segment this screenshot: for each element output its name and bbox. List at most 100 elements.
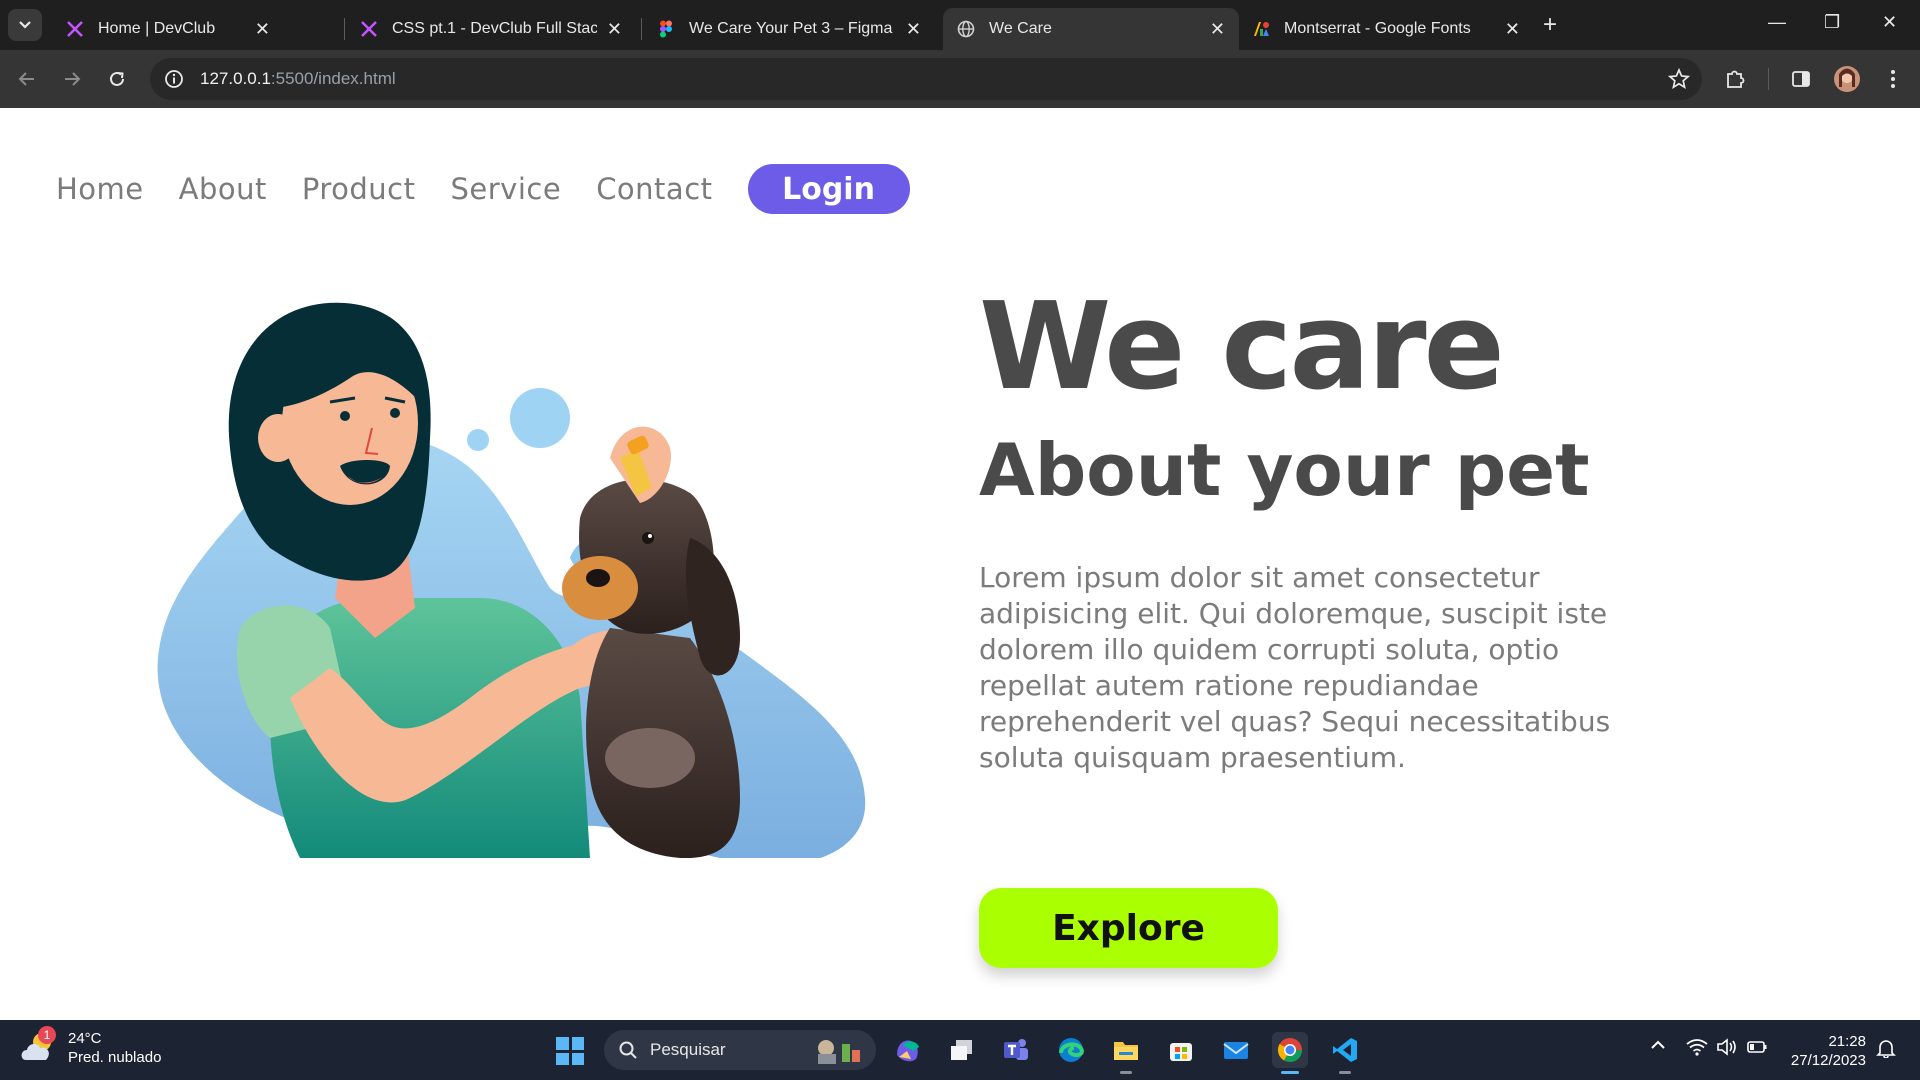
chrome-icon bbox=[1277, 1038, 1302, 1063]
nav-link-service[interactable]: Service bbox=[451, 172, 562, 206]
tray-overflow-chevron[interactable] bbox=[1650, 1038, 1666, 1056]
clock-time: 21:28 bbox=[1828, 1033, 1866, 1050]
extensions-button[interactable] bbox=[1720, 64, 1750, 94]
arrow-left-icon bbox=[18, 72, 34, 86]
explore-button[interactable]: Explore bbox=[979, 888, 1278, 968]
weather-temp: 24°C bbox=[68, 1030, 102, 1047]
bubble-small bbox=[467, 429, 489, 451]
arrow-right-icon bbox=[65, 72, 81, 86]
puzzle-icon bbox=[1727, 70, 1745, 88]
wifi-icon bbox=[1686, 1039, 1708, 1056]
bookmark-star-icon[interactable] bbox=[1668, 68, 1690, 90]
new-tab-button[interactable]: + bbox=[1543, 11, 1557, 39]
web-page: Home About Product Service Contact Login bbox=[0, 108, 1920, 1020]
taskbar-mail[interactable] bbox=[1218, 1032, 1254, 1068]
login-button[interactable]: Login bbox=[747, 164, 910, 214]
tray-notifications[interactable] bbox=[1876, 1038, 1896, 1063]
toolbar-divider bbox=[1768, 68, 1769, 90]
nav-link-product[interactable]: Product bbox=[302, 172, 416, 206]
search-icon bbox=[619, 1041, 637, 1059]
close-tab-icon[interactable]: ✕ bbox=[607, 19, 622, 40]
tab-title: We Care Your Pet 3 – Figma bbox=[689, 20, 893, 37]
taskbar-edge[interactable] bbox=[1053, 1032, 1089, 1068]
volume-icon bbox=[1717, 1038, 1736, 1056]
dog-chest bbox=[605, 728, 695, 788]
side-panel-button[interactable] bbox=[1786, 64, 1816, 94]
tab-google-fonts[interactable]: Montserrat - Google Fonts ✕ bbox=[1238, 8, 1534, 50]
close-window-button[interactable]: ✕ bbox=[1882, 12, 1897, 33]
tab-figma[interactable]: We Care Your Pet 3 – Figma ✕ bbox=[643, 8, 935, 50]
hero-subheading: About your pet bbox=[979, 428, 1590, 512]
taskbar-file-explorer[interactable] bbox=[1108, 1032, 1144, 1074]
weather-desc: Pred. nublado bbox=[68, 1049, 162, 1066]
windows-start-button[interactable] bbox=[556, 1037, 584, 1065]
running-indicator bbox=[1281, 1071, 1299, 1074]
main-nav: Home About Product Service Contact Login bbox=[56, 164, 910, 214]
site-info-icon[interactable] bbox=[164, 69, 184, 89]
taskbar-task-view[interactable] bbox=[944, 1032, 980, 1068]
reload-button[interactable] bbox=[102, 64, 132, 94]
globe-icon bbox=[957, 20, 975, 38]
back-button[interactable] bbox=[12, 64, 42, 94]
taskbar-vscode[interactable] bbox=[1327, 1032, 1363, 1074]
hero-paragraph: Lorem ipsum dolor sit amet consectetur a… bbox=[979, 561, 1611, 774]
profile-avatar[interactable] bbox=[1832, 64, 1862, 94]
weather-badge: 1 bbox=[38, 1026, 56, 1044]
vscode-icon bbox=[1333, 1038, 1357, 1062]
close-tab-icon[interactable]: ✕ bbox=[255, 19, 270, 40]
tray-wifi[interactable] bbox=[1686, 1038, 1708, 1061]
avatar bbox=[1834, 66, 1860, 92]
dog-eye bbox=[642, 532, 654, 544]
weather-text: 24°C Pred. nublado bbox=[68, 1029, 161, 1067]
tray-battery[interactable] bbox=[1746, 1038, 1768, 1061]
tab-divider bbox=[641, 18, 642, 40]
edge-icon bbox=[1059, 1038, 1085, 1062]
forward-button[interactable] bbox=[57, 64, 87, 94]
tab-search-button[interactable] bbox=[8, 9, 42, 41]
close-tab-icon[interactable]: ✕ bbox=[906, 19, 921, 40]
store-icon bbox=[1170, 1043, 1192, 1061]
taskbar-search[interactable]: Pesquisar bbox=[604, 1030, 876, 1070]
close-tab-icon[interactable]: ✕ bbox=[1210, 19, 1225, 40]
file-explorer-icon bbox=[1114, 1042, 1138, 1060]
taskbar-chrome[interactable] bbox=[1272, 1032, 1308, 1074]
side-panel-icon bbox=[1792, 71, 1810, 87]
kebab-menu-icon bbox=[1891, 70, 1895, 88]
hero-headline: We care bbox=[979, 278, 1505, 417]
tab-title: CSS pt.1 - DevClub Full Stack | D bbox=[392, 20, 597, 37]
tab-we-care[interactable]: We Care ✕ bbox=[943, 8, 1239, 50]
taskbar-store[interactable] bbox=[1163, 1032, 1199, 1068]
chevron-up-icon bbox=[1651, 1040, 1665, 1049]
taskbar-clock[interactable]: 21:28 27/12/2023 bbox=[1786, 1032, 1866, 1070]
devclub-favicon-icon bbox=[67, 21, 83, 37]
dog-muzzle bbox=[562, 556, 638, 620]
tab-home-devclub[interactable]: Home | DevClub ✕ bbox=[52, 8, 284, 50]
nav-link-home[interactable]: Home bbox=[56, 172, 144, 206]
mail-icon bbox=[1223, 1042, 1249, 1059]
teams-icon bbox=[1004, 1039, 1028, 1060]
running-indicator bbox=[1120, 1071, 1132, 1074]
tray-volume[interactable] bbox=[1716, 1038, 1738, 1061]
windows-logo-icon bbox=[556, 1037, 569, 1050]
minimize-button[interactable]: — bbox=[1768, 12, 1786, 33]
weather-widget[interactable]: 1 24°C Pred. nublado bbox=[18, 1026, 161, 1068]
close-tab-icon[interactable]: ✕ bbox=[1505, 19, 1520, 40]
chevron-down-icon bbox=[19, 21, 31, 29]
taskbar-copilot[interactable] bbox=[890, 1032, 926, 1068]
browser-toolbar: 127.0.0.1:5500/index.html bbox=[0, 50, 1920, 108]
weather-cloud-icon: 1 bbox=[18, 1026, 58, 1068]
browser-menu-button[interactable] bbox=[1878, 64, 1908, 94]
restore-button[interactable]: ❐ bbox=[1824, 12, 1840, 33]
notification-bell-icon bbox=[1876, 1040, 1896, 1059]
taskbar-teams[interactable] bbox=[998, 1032, 1034, 1068]
tab-title: We Care bbox=[989, 20, 1052, 37]
tab-title: Montserrat - Google Fonts bbox=[1284, 20, 1471, 37]
google-fonts-favicon-icon bbox=[1254, 22, 1269, 36]
hero-text-block: We care About your pet Lorem ipsum dolor… bbox=[979, 288, 1619, 776]
url-text[interactable]: 127.0.0.1:5500/index.html bbox=[200, 69, 396, 89]
nav-link-contact[interactable]: Contact bbox=[596, 172, 712, 206]
nav-link-about[interactable]: About bbox=[179, 172, 267, 206]
battery-icon bbox=[1747, 1041, 1767, 1053]
tab-css-devclub[interactable]: CSS pt.1 - DevClub Full Stack | D ✕ bbox=[346, 8, 636, 50]
address-bar[interactable]: 127.0.0.1:5500/index.html bbox=[150, 58, 1702, 100]
